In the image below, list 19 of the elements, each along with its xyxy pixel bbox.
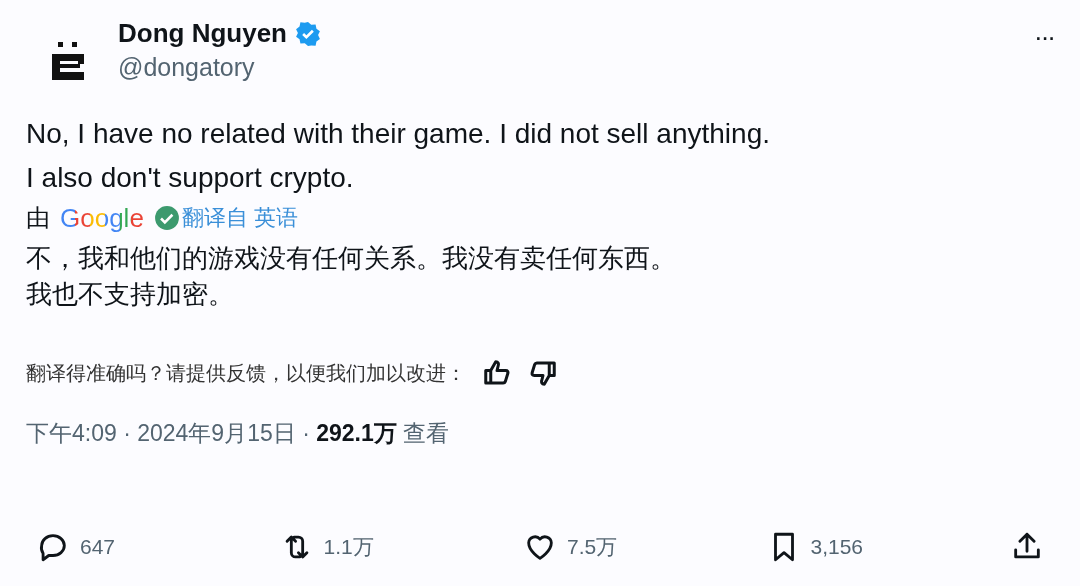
tweet-text: No, I have no related with their game. I did not sell anything.	[26, 117, 771, 151]
post-timestamp: 下午4:09 · 2024年9月15日 ·	[26, 419, 311, 448]
tweet-text: I also don't support crypto.	[26, 161, 355, 195]
check-circle-icon	[153, 205, 180, 231]
translated-text: 不，我和他们的游戏没有任何关系。我没有卖任何东西。	[26, 242, 677, 275]
author-name[interactable]: Dong Nguyen	[118, 18, 287, 49]
translated-from-link[interactable]: 翻译自 英语	[181, 203, 298, 233]
author-handle: @dongatory	[118, 53, 256, 82]
view-count: 292.1万	[316, 419, 397, 448]
translated-by-label: 由	[26, 203, 50, 233]
feedback-prompt: 翻译得准确吗？请提供反馈，以便我们加以改进：	[26, 360, 466, 386]
more-button[interactable]: ···	[1034, 22, 1054, 53]
views-label: 查看	[402, 419, 449, 448]
translated-text: 我也不支持加密。	[26, 278, 235, 311]
reply-button[interactable]: 647	[36, 530, 186, 564]
retweet-button[interactable]: 1.1万	[279, 530, 430, 564]
bookmark-button[interactable]: 3,156	[766, 530, 917, 564]
like-button[interactable]: 7.5万	[523, 530, 673, 564]
thumbs-up-button[interactable]	[482, 358, 512, 388]
